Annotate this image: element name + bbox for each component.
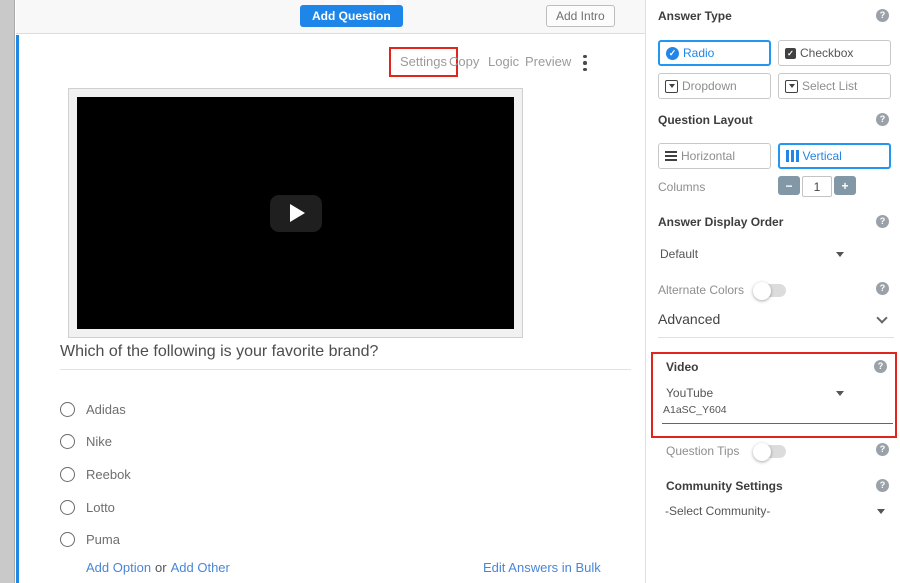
help-icon[interactable] <box>876 282 889 295</box>
option-label: Lotto <box>86 500 115 515</box>
answer-type-option-label: Radio <box>683 46 714 60</box>
chevron-down-icon[interactable] <box>877 509 885 514</box>
layout-horizontal-button[interactable]: Horizontal <box>658 143 771 169</box>
tab-settings[interactable]: Settings <box>400 54 447 69</box>
alternate-colors-toggle[interactable] <box>755 284 786 297</box>
or-text: or <box>155 560 167 575</box>
layout-option-label: Horizontal <box>681 149 735 163</box>
community-settings-label: Community Settings <box>666 479 783 493</box>
question-title[interactable]: Which of the following is your favorite … <box>60 343 378 361</box>
answer-type-select-list-button[interactable]: Select List <box>778 73 891 99</box>
play-button[interactable] <box>270 195 322 232</box>
question-title-underline <box>60 369 631 370</box>
columns-value[interactable]: 1 <box>802 176 832 197</box>
help-icon[interactable] <box>876 443 889 456</box>
option-label: Puma <box>86 532 120 547</box>
option-label: Reebok <box>86 467 131 482</box>
video-id-input-underline <box>662 423 893 424</box>
layout-option-label: Vertical <box>803 149 842 163</box>
checkbox-icon <box>785 48 796 59</box>
answer-type-option-label: Select List <box>802 79 857 93</box>
add-question-button[interactable]: Add Question <box>300 5 403 27</box>
video-label: Video <box>666 360 698 374</box>
question-layout-label: Question Layout <box>658 113 753 127</box>
more-options-kebab-icon[interactable] <box>583 53 587 73</box>
radio-button-icon[interactable] <box>60 467 75 482</box>
radio-button-icon[interactable] <box>60 500 75 515</box>
community-select[interactable]: -Select Community- <box>665 504 770 518</box>
columns-stepper: − 1 + <box>778 176 856 197</box>
layout-vertical-button[interactable]: Vertical <box>778 143 891 169</box>
video-id-input[interactable]: A1aSC_Y604 <box>663 404 727 416</box>
chevron-down-icon[interactable] <box>836 391 844 396</box>
radio-button-icon[interactable] <box>60 532 75 547</box>
columns-decrement-button[interactable]: − <box>778 176 800 195</box>
answer-option-row[interactable]: Lotto <box>60 499 115 515</box>
answer-type-option-label: Dropdown <box>682 79 737 93</box>
tab-preview[interactable]: Preview <box>525 54 571 69</box>
answer-option-row[interactable]: Reebok <box>60 466 131 482</box>
add-option-link[interactable]: Add Option <box>86 560 151 575</box>
left-gray-rail <box>0 0 15 583</box>
horizontal-lines-icon <box>665 151 677 161</box>
vertical-bars-icon <box>786 150 799 162</box>
section-divider <box>658 337 894 338</box>
option-label: Nike <box>86 434 112 449</box>
answer-type-checkbox-button[interactable]: Checkbox <box>778 40 891 66</box>
add-other-link[interactable]: Add Other <box>171 560 230 575</box>
columns-label: Columns <box>658 180 705 194</box>
alternate-colors-label: Alternate Colors <box>658 283 744 297</box>
question-tips-label: Question Tips <box>666 444 739 458</box>
radio-button-icon[interactable] <box>60 402 75 417</box>
tab-copy[interactable]: Copy <box>449 54 479 69</box>
option-actions: Add Option or Add Other <box>86 560 230 575</box>
settings-highlight-box: Settings <box>389 47 458 77</box>
answer-option-row[interactable]: Puma <box>60 531 120 547</box>
help-icon[interactable] <box>876 479 889 492</box>
answer-display-order-label: Answer Display Order <box>658 215 783 229</box>
answer-type-dropdown-button[interactable]: Dropdown <box>658 73 771 99</box>
answer-type-radio-button[interactable]: Radio <box>658 40 771 66</box>
tab-logic[interactable]: Logic <box>488 54 519 69</box>
video-screen <box>77 97 514 329</box>
video-player-frame <box>68 88 523 338</box>
question-tips-toggle[interactable] <box>755 445 786 458</box>
toggle-knob <box>753 443 771 461</box>
toggle-knob <box>753 282 771 300</box>
help-icon[interactable] <box>876 9 889 22</box>
help-icon[interactable] <box>876 113 889 126</box>
edit-answers-in-bulk-link[interactable]: Edit Answers in Bulk <box>483 560 601 575</box>
answer-type-label: Answer Type <box>658 9 732 23</box>
answer-type-option-label: Checkbox <box>800 46 853 60</box>
add-intro-button[interactable]: Add Intro <box>546 5 615 27</box>
chevron-down-icon[interactable] <box>836 252 844 257</box>
radio-selected-icon <box>666 47 679 60</box>
radio-button-icon[interactable] <box>60 434 75 449</box>
video-provider-select[interactable]: YouTube <box>666 386 713 400</box>
select-list-icon <box>785 80 798 93</box>
columns-increment-button[interactable]: + <box>834 176 856 195</box>
advanced-section-toggle[interactable]: Advanced <box>658 311 720 327</box>
display-order-select[interactable]: Default <box>660 247 698 261</box>
answer-option-row[interactable]: Nike <box>60 433 112 449</box>
option-label: Adidas <box>86 402 126 417</box>
help-icon[interactable] <box>876 215 889 228</box>
help-icon[interactable] <box>874 360 887 373</box>
survey-builder-page: Add Question Add Intro Settings Copy Log… <box>0 0 900 583</box>
answer-option-row[interactable]: Adidas <box>60 401 126 417</box>
dropdown-icon <box>665 80 678 93</box>
